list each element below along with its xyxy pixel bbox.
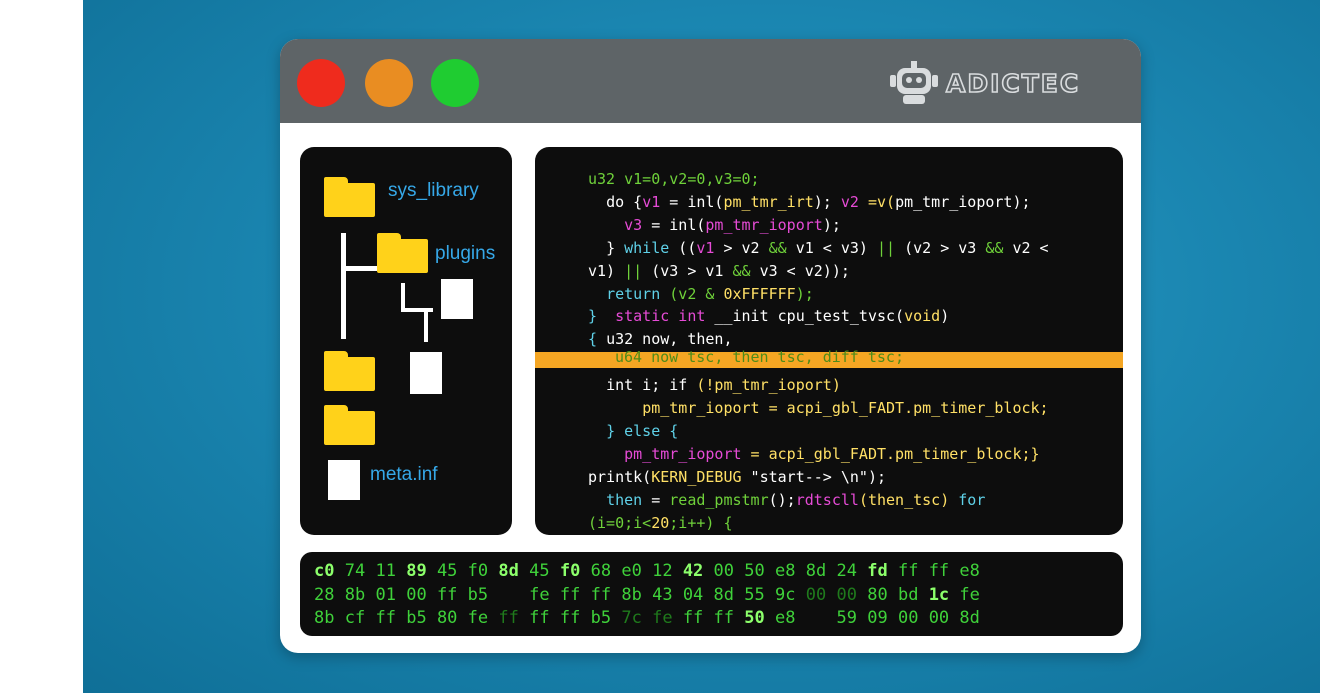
hex-byte: 00 <box>928 608 950 628</box>
hex-byte: cf <box>344 608 366 628</box>
hex-byte: e0 <box>621 561 642 581</box>
hex-byte: c0 <box>314 561 335 581</box>
hex-byte: e8 <box>775 608 796 628</box>
file-label-meta-inf[interactable]: meta.inf <box>370 464 438 486</box>
hex-byte: 04 <box>682 584 704 605</box>
hex-byte: 1c <box>928 584 950 605</box>
hex-byte: ff <box>436 584 458 605</box>
app-window: ADICTEC sys_library plugins meta.inf u32… <box>280 39 1141 653</box>
tree-line <box>341 233 346 339</box>
robot-icon <box>888 61 940 105</box>
hex-byte: 00 <box>406 584 427 605</box>
file-tree-panel: sys_library plugins meta.inf <box>300 147 512 535</box>
hex-byte: 55 <box>744 584 765 605</box>
hex-byte: fd <box>867 561 888 581</box>
hex-byte: e8 <box>959 561 980 581</box>
hex-byte: 8b <box>344 584 366 605</box>
folder-icon[interactable] <box>324 351 375 391</box>
hex-byte: 8b <box>621 584 642 605</box>
folder-label-plugins[interactable]: plugins <box>435 243 495 265</box>
folder-icon[interactable] <box>377 233 428 273</box>
hex-byte: 00 <box>836 584 857 605</box>
hex-byte: ff <box>713 608 735 628</box>
hex-byte: ff <box>928 561 950 581</box>
hex-byte: fe <box>652 608 673 628</box>
hex-byte: 80 <box>867 584 888 605</box>
brand-name: ADICTEC <box>945 68 1081 99</box>
hex-byte: 74 <box>344 561 366 581</box>
brand-logo: ADICTEC <box>888 61 1080 105</box>
hex-byte: 12 <box>652 561 673 581</box>
hex-byte: 59 <box>836 608 857 628</box>
hex-byte: f0 <box>559 561 581 581</box>
hex-byte: f0 <box>467 561 489 581</box>
hex-byte: e8 <box>775 561 796 581</box>
highlighted-line-text: u64 now tsc, then tsc, diff tsc; <box>615 348 904 366</box>
hex-byte: ff <box>559 608 581 628</box>
file-icon[interactable] <box>328 460 360 500</box>
hex-byte: 7c <box>621 608 642 628</box>
hex-byte: 43 <box>652 584 673 605</box>
minimize-button[interactable] <box>365 59 413 107</box>
hex-byte: 50 <box>744 561 765 581</box>
maximize-button[interactable] <box>431 59 479 107</box>
folder-label-sys-library[interactable]: sys_library <box>388 180 479 202</box>
hex-byte: ff <box>682 608 704 628</box>
hex-dump-text: c0 74 11 89 45 f0 8d 45 f0 68 e0 12 42 0… <box>314 560 980 631</box>
hex-byte: ff <box>529 608 550 628</box>
hex-byte: 42 <box>682 561 704 581</box>
hex-byte: 00 <box>713 561 735 581</box>
code-editor-panel[interactable]: u32 v1=0,v2=0,v3=0; do {v1 = inl(pm_tmr_… <box>535 147 1123 535</box>
hex-byte <box>498 585 518 605</box>
hex-byte: 24 <box>836 561 857 581</box>
hex-byte: 01 <box>375 584 396 605</box>
close-button[interactable] <box>297 59 345 107</box>
hex-byte: 50 <box>744 608 765 628</box>
hex-byte: 8b <box>314 608 335 628</box>
hex-byte: 00 <box>805 584 827 605</box>
folder-icon[interactable] <box>324 405 375 445</box>
hex-byte: 80 <box>436 608 458 628</box>
hex-byte: 00 <box>897 608 919 628</box>
hex-byte: ff <box>498 608 519 628</box>
hex-byte: b5 <box>406 608 427 628</box>
tree-line <box>401 283 405 311</box>
hex-byte: ff <box>375 608 396 628</box>
hex-byte: 11 <box>375 561 396 581</box>
hex-byte: 8d <box>805 561 827 581</box>
hex-byte: ff <box>559 584 581 605</box>
hex-byte: 45 <box>529 561 550 581</box>
hex-byte: fe <box>529 584 550 605</box>
hex-byte: 45 <box>436 561 458 581</box>
hex-byte: fe <box>959 584 980 605</box>
hex-byte: 9c <box>775 584 796 605</box>
hex-dump-panel[interactable]: c0 74 11 89 45 f0 8d 45 f0 68 e0 12 42 0… <box>300 552 1123 636</box>
tree-line <box>424 308 428 342</box>
folder-icon[interactable] <box>324 177 375 217</box>
hex-byte: ff <box>590 584 612 605</box>
file-icon[interactable] <box>441 279 473 319</box>
tree-line <box>401 308 433 312</box>
hex-byte: 89 <box>406 561 427 581</box>
file-icon[interactable] <box>410 352 442 394</box>
tree-line <box>341 266 377 271</box>
hex-byte: 8d <box>959 608 980 628</box>
hex-byte: 09 <box>867 608 888 628</box>
hex-byte: bd <box>897 584 919 605</box>
hex-byte: 8d <box>713 584 735 605</box>
hex-byte: 8d <box>498 561 519 581</box>
hex-byte: 28 <box>314 584 335 605</box>
title-bar: ADICTEC <box>280 39 1141 123</box>
hex-byte: 68 <box>590 561 612 581</box>
hex-byte: b5 <box>590 608 612 628</box>
hex-byte: b5 <box>467 584 489 605</box>
hex-byte <box>806 608 826 628</box>
hex-byte: fe <box>467 608 489 628</box>
hex-byte: ff <box>897 561 919 581</box>
